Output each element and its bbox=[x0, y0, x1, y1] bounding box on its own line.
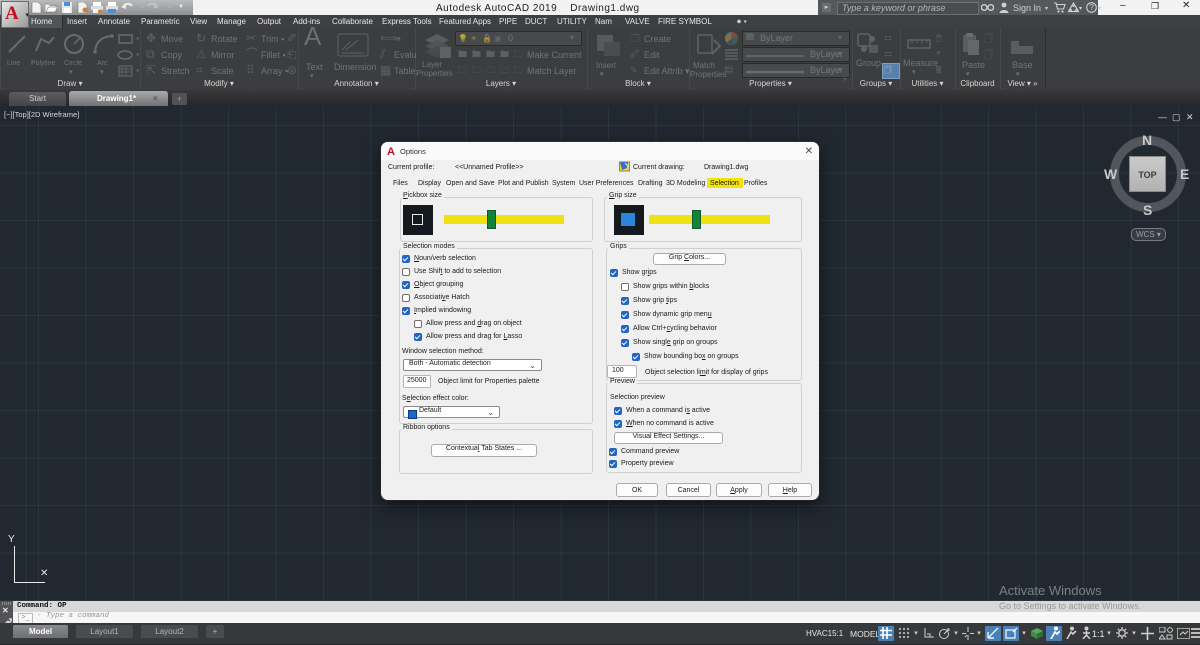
svg-text:?: ? bbox=[1089, 3, 1094, 12]
